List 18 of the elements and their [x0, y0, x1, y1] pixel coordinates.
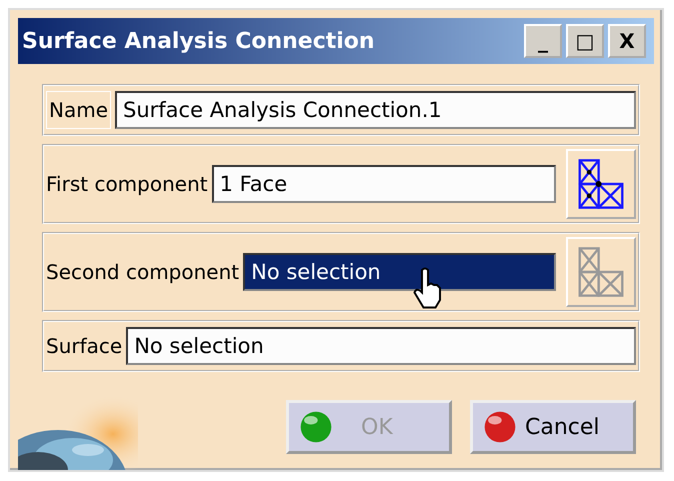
hand-cursor-icon — [413, 267, 444, 309]
field-label: Name — [46, 91, 112, 129]
input-field[interactable]: 1 Face — [212, 165, 556, 203]
confirm-ball-icon — [299, 410, 333, 444]
faces-grid-icon — [577, 158, 625, 210]
faces-grid-icon — [577, 246, 625, 298]
close-button[interactable]: X — [608, 24, 646, 58]
input-field[interactable]: No selection — [126, 327, 636, 365]
selection-button[interactable] — [566, 149, 636, 219]
maximize-button[interactable]: □ — [566, 24, 604, 58]
cancel-button[interactable]: Cancel — [470, 400, 636, 454]
input-field[interactable]: Surface Analysis Connection.1 — [115, 91, 636, 129]
window-title: Surface Analysis Connection — [22, 28, 375, 54]
cancel-ball-icon — [483, 410, 517, 444]
field-label: Surface — [46, 334, 122, 358]
minimize-button[interactable]: _ — [524, 24, 562, 58]
field-label: Second component — [46, 260, 240, 284]
field-label: First component — [46, 172, 208, 196]
